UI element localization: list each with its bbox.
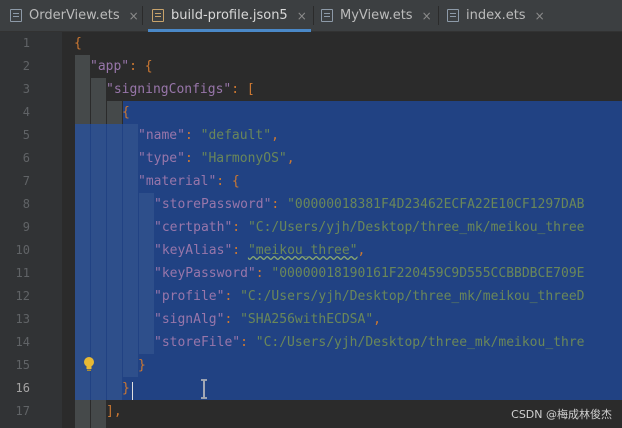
tab-label: MyView.ets (340, 8, 413, 23)
code-line-6: "type": "HarmonyOS", (138, 151, 295, 166)
editor-tab-bar: OrderView.ets × build-profile.json5 × My… (0, 0, 622, 32)
line-number: 11 (15, 266, 30, 280)
line-number: 1 (22, 36, 30, 50)
indent-guide (123, 124, 138, 377)
code-editor[interactable]: { "app": { "signingConfigs": [ { "name":… (62, 32, 622, 428)
ets-file-icon (10, 9, 22, 22)
code-line-17: ], (106, 404, 122, 419)
line-number: 9 (22, 220, 30, 234)
line-number: 2 (22, 59, 30, 73)
tab-myview[interactable]: MyView.ets × (321, 0, 432, 31)
line-number: 8 (22, 197, 30, 211)
ets-file-icon (321, 9, 333, 22)
indent-guide (107, 124, 122, 400)
line-number: 6 (22, 151, 30, 165)
line-number: 13 (15, 312, 30, 326)
code-line-2: "app": { (90, 59, 153, 74)
code-line-10: "keyAlias": "meikou_three", (154, 243, 366, 258)
close-icon[interactable]: × (129, 9, 139, 23)
close-icon[interactable]: × (422, 9, 432, 23)
line-number: 7 (22, 174, 30, 188)
line-number: 5 (22, 128, 30, 142)
json-file-icon (152, 9, 164, 22)
code-line-12: "profile": "C:/Users/yjh/Desktop/three_m… (154, 289, 585, 304)
line-number: 17 (15, 404, 30, 418)
ibeam-cursor-icon (201, 379, 207, 399)
code-line-5: "name": "default", (138, 128, 279, 143)
tab-index[interactable]: index.ets × (447, 0, 545, 31)
line-number-current: 16 (15, 381, 30, 395)
code-line-15: } (138, 358, 146, 373)
code-line-3: "signingConfigs": [ (106, 82, 255, 97)
line-number: 12 (15, 289, 30, 303)
line-number-gutter[interactable]: 1 2 3 4 5 6 7 8 9 10 11 12 13 14 15 16 1… (0, 32, 72, 428)
tab-label: build-profile.json5 (171, 8, 288, 23)
selection-highlight (123, 101, 622, 124)
line-number: 3 (22, 82, 30, 96)
tab-label: OrderView.ets (29, 8, 120, 23)
code-line-9: "certpath": "C:/Users/yjh/Desktop/three_… (154, 220, 585, 235)
code-line-16: } (122, 381, 130, 396)
close-icon[interactable]: × (297, 9, 307, 23)
indent-guide (139, 193, 154, 354)
tab-label: index.ets (466, 8, 526, 23)
line-number: 15 (15, 358, 30, 372)
ets-file-icon (447, 9, 459, 22)
text-caret (132, 382, 133, 400)
code-line-14: "storeFile": "C:/Users/yjh/Desktop/three… (154, 335, 585, 350)
close-icon[interactable]: × (535, 9, 545, 23)
code-line-13: "signAlg": "SHA256withECDSA", (154, 312, 381, 327)
line-number: 14 (15, 335, 30, 349)
code-line-1: { (74, 36, 82, 51)
line-number: 4 (22, 105, 30, 119)
code-line-4: { (122, 105, 130, 120)
tab-orderview[interactable]: OrderView.ets × (10, 0, 139, 31)
watermark: CSDN @梅成林俊杰 (511, 408, 612, 421)
code-line-8: "storePassword": "00000018381F4D23462ECF… (154, 197, 585, 212)
indent-guide (107, 101, 122, 124)
code-line-11: "keyPassword": "00000018190161F220459C9D… (154, 266, 585, 281)
lightbulb-icon[interactable] (82, 356, 96, 372)
tab-build-profile[interactable]: build-profile.json5 × (148, 0, 311, 32)
line-number: 10 (15, 243, 30, 257)
code-line-7: "material": { (138, 174, 240, 189)
